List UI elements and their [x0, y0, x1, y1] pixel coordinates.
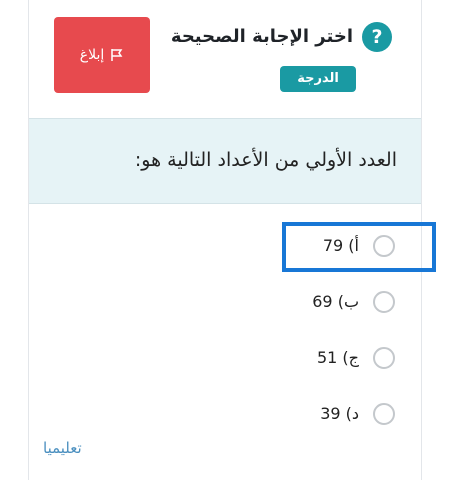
flag-icon: [110, 48, 124, 62]
radio-button[interactable]: [373, 403, 395, 425]
report-label: إبلاغ: [79, 47, 105, 63]
question-text-area: العدد الأولي من الأعداد التالية هو:: [29, 118, 421, 204]
grade-badge: الدرجة 1.00: [280, 66, 356, 112]
question-card: ? اختر الإجابة الصحيحة الدرجة 1.00 إبلاغ…: [28, 0, 436, 480]
question-type-title: اختر الإجابة الصحيحة: [170, 26, 353, 47]
report-button[interactable]: إبلاغ: [54, 17, 150, 93]
radio-button[interactable]: [373, 291, 395, 313]
answer-option-b[interactable]: ب) 69: [277, 286, 407, 318]
option-label: أ) 79: [322, 236, 359, 255]
option-label: ب) 69: [312, 292, 359, 311]
answer-option-a[interactable]: أ) 79: [277, 230, 407, 262]
option-label: د) 39: [320, 404, 359, 423]
radio-button[interactable]: [373, 347, 395, 369]
question-text: العدد الأولي من الأعداد التالية هو:: [134, 149, 397, 171]
instructions-link[interactable]: تعليميا: [43, 439, 82, 457]
answer-option-c[interactable]: ج) 51: [277, 342, 407, 374]
answer-option-d[interactable]: د) 39: [277, 398, 407, 430]
radio-button[interactable]: [373, 235, 395, 257]
question-header: ? اختر الإجابة الصحيحة الدرجة 1.00 إبلاغ: [29, 0, 421, 118]
option-label: ج) 51: [316, 348, 359, 367]
question-mark-icon[interactable]: ?: [362, 22, 392, 52]
